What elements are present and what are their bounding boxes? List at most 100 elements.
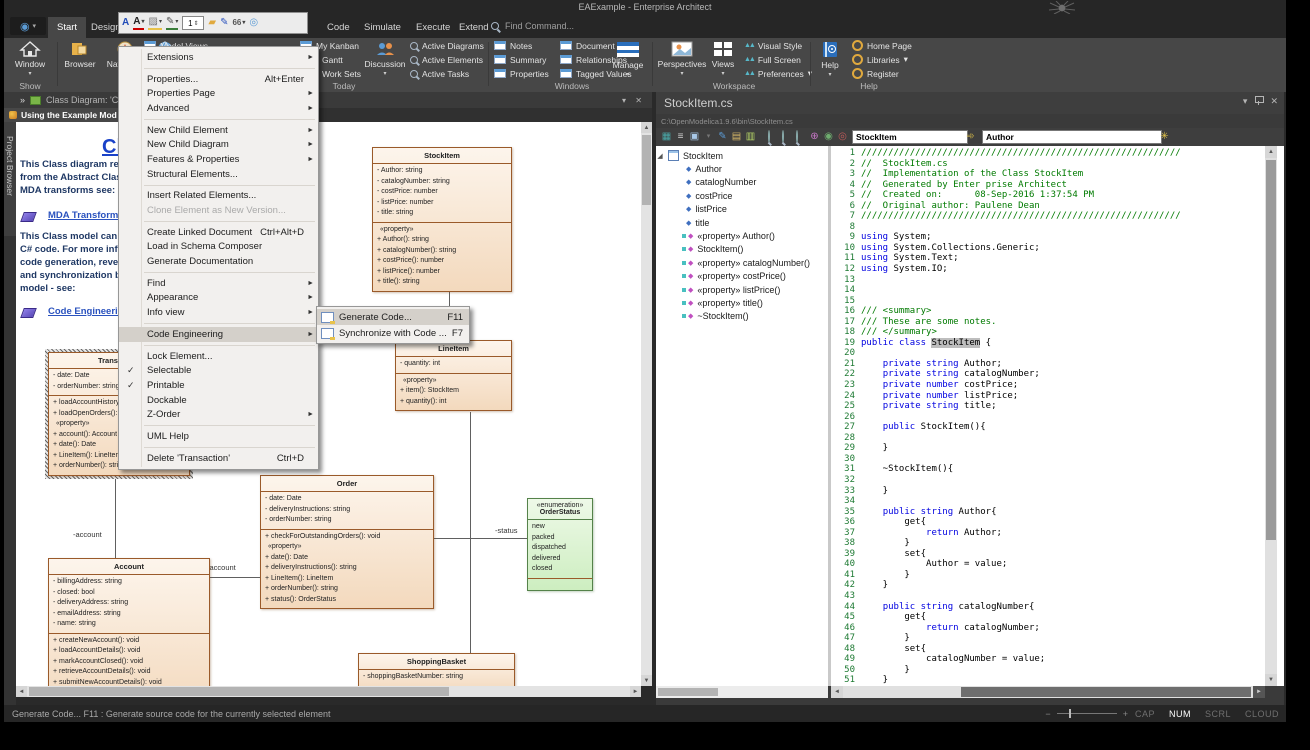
scrollbar-thumb[interactable] — [29, 687, 449, 696]
diagram-breadcrumb[interactable]: » Class Diagram: 'C ▾ ✕ — [4, 92, 652, 108]
home-page-button[interactable]: Home Page — [852, 39, 912, 52]
menu-item[interactable]: Extensions► — [119, 50, 318, 65]
format-painter-icon[interactable]: ▰ — [208, 17, 216, 29]
tree-item[interactable]: ◆listPrice — [656, 203, 828, 216]
diagram-vertical-scrollbar[interactable]: ▲ ▼ — [641, 122, 652, 686]
diagram-canvas[interactable]: Class Model This Class diagram reprefrom… — [16, 122, 641, 686]
tree-item[interactable]: ◆«property» title() — [656, 296, 828, 309]
menu-item[interactable]: Structural Elements... — [119, 167, 318, 182]
scroll-up-icon[interactable]: ▲ — [641, 122, 652, 133]
class-element-order[interactable]: Order- date: Date- deliveryInstructions:… — [260, 475, 434, 609]
active-tasks-button[interactable]: Active Tasks — [410, 67, 469, 80]
intelli-icon[interactable]: ◉ — [822, 130, 835, 143]
menu-item[interactable]: Code Engineering► — [119, 327, 318, 342]
macro-icon[interactable]: ◎ — [836, 130, 849, 143]
scroll-up-icon[interactable]: ▲ — [1265, 146, 1277, 158]
find-command[interactable]: Find Command... — [491, 21, 574, 31]
scroll-right-icon[interactable]: ► — [630, 686, 641, 697]
mda-transforms-link[interactable]: MDA Transforms — [48, 210, 124, 221]
close-icon[interactable]: ✕ — [635, 96, 642, 105]
menu-item[interactable]: New Child Diagram► — [119, 137, 318, 152]
notes-button[interactable]: Notes — [494, 39, 532, 52]
font-color-icon[interactable]: A▾ — [133, 16, 144, 30]
discussion-button[interactable]: Discussion ▾ — [362, 40, 408, 79]
zoom-in-icon[interactable] — [776, 130, 789, 143]
tab-start[interactable]: Start — [48, 17, 86, 38]
tree-item[interactable]: ◆title — [656, 216, 828, 229]
diagram-horizontal-scrollbar[interactable]: ◄ ► — [16, 686, 641, 697]
tree-item[interactable]: ◆catalogNumber — [656, 176, 828, 189]
summary-button[interactable]: Summary — [494, 53, 546, 66]
properties-button[interactable]: Properties — [494, 67, 549, 80]
tree-horizontal-scrollbar[interactable] — [656, 686, 828, 698]
help-button[interactable]: Help ▾ — [814, 40, 846, 80]
menu-item[interactable]: Dockable — [119, 393, 318, 408]
menu-item[interactable]: UML Help — [119, 429, 318, 444]
window-button[interactable]: Window ▾ — [10, 40, 50, 79]
app-menu-button[interactable]: ◉▾ — [10, 17, 46, 35]
class-combo[interactable]: StockItem — [852, 130, 968, 144]
edit-icon[interactable]: ✎ — [716, 130, 729, 143]
preferences-button[interactable]: ▲▲ Preferences ▾ — [744, 67, 812, 80]
zoom-out-icon[interactable] — [790, 130, 803, 143]
menu-item[interactable]: ✓Selectable — [119, 363, 318, 378]
scrollbar-thumb[interactable] — [961, 687, 1251, 697]
jump-icon[interactable]: ➾ — [964, 130, 977, 143]
scrollbar-thumb[interactable] — [1266, 160, 1276, 540]
menu-item[interactable]: Properties...Alt+Enter — [119, 72, 318, 87]
menu-item[interactable]: Delete 'Transaction'Ctrl+D — [119, 451, 318, 466]
scroll-left-icon[interactable]: ◄ — [16, 686, 27, 697]
scroll-right-icon[interactable]: ► — [1253, 686, 1265, 698]
class-element-lineitem[interactable]: LineItem- quantity: int«property»+ item(… — [395, 340, 512, 411]
expander-icon[interactable]: ◢ — [656, 152, 664, 160]
tree-item[interactable]: ◆«property» Author() — [656, 229, 828, 242]
menu-item[interactable]: Find► — [119, 276, 318, 291]
scroll-down-icon[interactable]: ▼ — [641, 675, 652, 686]
menu-item[interactable]: Properties Page► — [119, 86, 318, 101]
pin-icon[interactable] — [1255, 96, 1262, 105]
search-icon[interactable] — [762, 130, 775, 143]
views-button[interactable]: Views ▾ — [709, 40, 737, 79]
new-document-icon[interactable]: ▤ — [730, 130, 743, 143]
line-width-spinner[interactable]: 1⇕ — [182, 16, 204, 30]
tree-item[interactable]: ◆Author — [656, 162, 828, 175]
tree-item-root[interactable]: ◢StockItem — [656, 149, 828, 162]
submenu-item[interactable]: Generate Code...F11 — [317, 309, 469, 325]
focus-icon[interactable]: ◎ — [249, 17, 258, 29]
menu-item[interactable]: Appearance► — [119, 291, 318, 306]
tab-code[interactable]: Code — [318, 17, 359, 38]
scroll-left-icon[interactable]: ◄ — [831, 686, 843, 698]
menu-item[interactable]: Load in Schema Composer — [119, 240, 318, 255]
libraries-button[interactable]: Libraries ▾ — [852, 53, 908, 66]
visual-style-button[interactable]: ▲▲ Visual Style — [744, 39, 802, 52]
line-color-icon[interactable]: ✎▾ — [166, 16, 178, 30]
full-screen-button[interactable]: ▲▲ Full Screen — [744, 53, 801, 66]
perspectives-button[interactable]: Perspectives ▾ — [657, 40, 707, 79]
tab-simulate[interactable]: Simulate — [355, 17, 410, 38]
fill-color-icon[interactable]: ▨▾ — [148, 16, 161, 30]
zoom-slider[interactable] — [1057, 713, 1117, 714]
menu-item[interactable]: Lock Element... — [119, 349, 318, 364]
code-view[interactable]: 1///////////////////////////////////////… — [831, 146, 1265, 688]
menu-item[interactable]: Info view► — [119, 305, 318, 320]
font-icon[interactable]: A — [122, 17, 129, 29]
menu-item[interactable]: Z-Order► — [119, 407, 318, 422]
menu-item[interactable]: New Child Element► — [119, 123, 318, 138]
tree-item[interactable]: ◆StockItem() — [656, 243, 828, 256]
project-browser-tab[interactable]: Project Browser — [4, 122, 16, 236]
submenu-item[interactable]: Synchronize with Code ...F7 — [317, 325, 469, 341]
tree-item[interactable]: ◆«property» catalogNumber() — [656, 256, 828, 269]
class-element-shoppingbasket[interactable]: ShoppingBasket- shoppingBasketNumber: st… — [358, 653, 515, 686]
active-diagrams-button[interactable]: Active Diagrams — [410, 39, 484, 52]
chevron-down-icon[interactable]: ▾ — [1243, 96, 1248, 107]
close-icon[interactable]: ✕ — [1270, 96, 1278, 107]
class-element-account[interactable]: Account- billingAddress: string- closed:… — [48, 558, 210, 686]
scroll-down-icon[interactable]: ▼ — [1265, 674, 1277, 686]
register-button[interactable]: Register — [852, 67, 899, 80]
tree-item[interactable]: ◆«property» costPrice() — [656, 270, 828, 283]
manage-button[interactable]: Manage ▾ — [608, 40, 648, 80]
tree-item[interactable]: ◆costPrice — [656, 189, 828, 202]
tree-item[interactable]: ◆~StockItem() — [656, 310, 828, 323]
menu-item[interactable]: Insert Related Elements... — [119, 189, 318, 204]
menu-item[interactable]: ✓Printable — [119, 378, 318, 393]
